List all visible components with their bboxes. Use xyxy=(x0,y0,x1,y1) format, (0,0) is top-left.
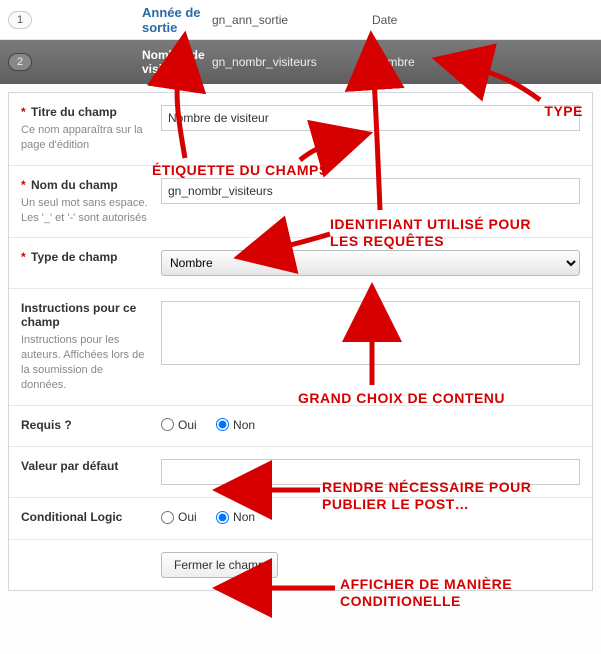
row-close: Fermer le champ xyxy=(9,540,592,590)
row-default-value: Valeur par défaut xyxy=(9,447,592,498)
radio-required-yes-input[interactable] xyxy=(161,418,174,431)
required-asterisk: * xyxy=(21,178,26,192)
field-row-1[interactable]: 1 Année de sortie gn_ann_sortie Date xyxy=(0,0,601,40)
row1-title[interactable]: Année de sortie xyxy=(32,5,212,35)
row2-name: gn_nombr_visiteurs xyxy=(212,55,372,69)
label-required: Requis ? xyxy=(21,418,161,435)
hint-instructions: Instructions pour les auteurs. Affichées… xyxy=(21,333,151,392)
label-field-title: * Titre du champ Ce nom apparaîtra sur l… xyxy=(21,105,161,153)
close-field-button[interactable]: Fermer le champ xyxy=(161,552,278,578)
row-required: Requis ? Oui Non xyxy=(9,406,592,448)
row2-type: Nombre xyxy=(372,55,472,69)
label-field-name: * Nom du champ Un seul mot sans espace. … xyxy=(21,178,161,226)
radio-required-no[interactable]: Non xyxy=(216,418,255,432)
order-badge: 2 xyxy=(8,53,32,71)
radio-required-yes[interactable]: Oui xyxy=(161,418,197,432)
input-default-value[interactable] xyxy=(161,459,580,485)
hint-field-title: Ce nom apparaîtra sur la page d'édition xyxy=(21,123,151,153)
label-instructions: Instructions pour ce champ Instructions … xyxy=(21,301,161,392)
label-field-type: * Type de champ xyxy=(21,250,161,276)
radio-conditional-no[interactable]: Non xyxy=(216,510,255,524)
radio-conditional-yes-input[interactable] xyxy=(161,511,174,524)
row1-name: gn_ann_sortie xyxy=(212,13,372,27)
label-default-value: Valeur par défaut xyxy=(21,459,161,485)
radio-conditional-no-input[interactable] xyxy=(216,511,229,524)
input-field-name[interactable] xyxy=(161,178,580,204)
required-asterisk: * xyxy=(21,105,26,119)
row-conditional: Conditional Logic Oui Non xyxy=(9,498,592,540)
radio-conditional-yes[interactable]: Oui xyxy=(161,510,197,524)
hint-field-name: Un seul mot sans espace. Les '_' et '-' … xyxy=(21,196,151,226)
required-asterisk: * xyxy=(21,250,26,264)
order-badge: 1 xyxy=(8,11,32,29)
select-field-type[interactable]: Nombre xyxy=(161,250,580,276)
textarea-instructions[interactable] xyxy=(161,301,580,365)
field-row-2-header[interactable]: 2 Nombre de visiteur gn_nombr_visiteurs … xyxy=(0,40,601,84)
row-instructions: Instructions pour ce champ Instructions … xyxy=(9,289,592,405)
row1-type: Date xyxy=(372,13,472,27)
row2-title: Nombre de visiteur xyxy=(32,48,212,76)
label-conditional: Conditional Logic xyxy=(21,510,161,527)
field-settings-panel: * Titre du champ Ce nom apparaîtra sur l… xyxy=(8,92,593,591)
radio-required-no-input[interactable] xyxy=(216,418,229,431)
row-field-title: * Titre du champ Ce nom apparaîtra sur l… xyxy=(9,93,592,166)
row-field-name: * Nom du champ Un seul mot sans espace. … xyxy=(9,166,592,239)
input-field-title[interactable] xyxy=(161,105,580,131)
row-field-type: * Type de champ Nombre xyxy=(9,238,592,289)
